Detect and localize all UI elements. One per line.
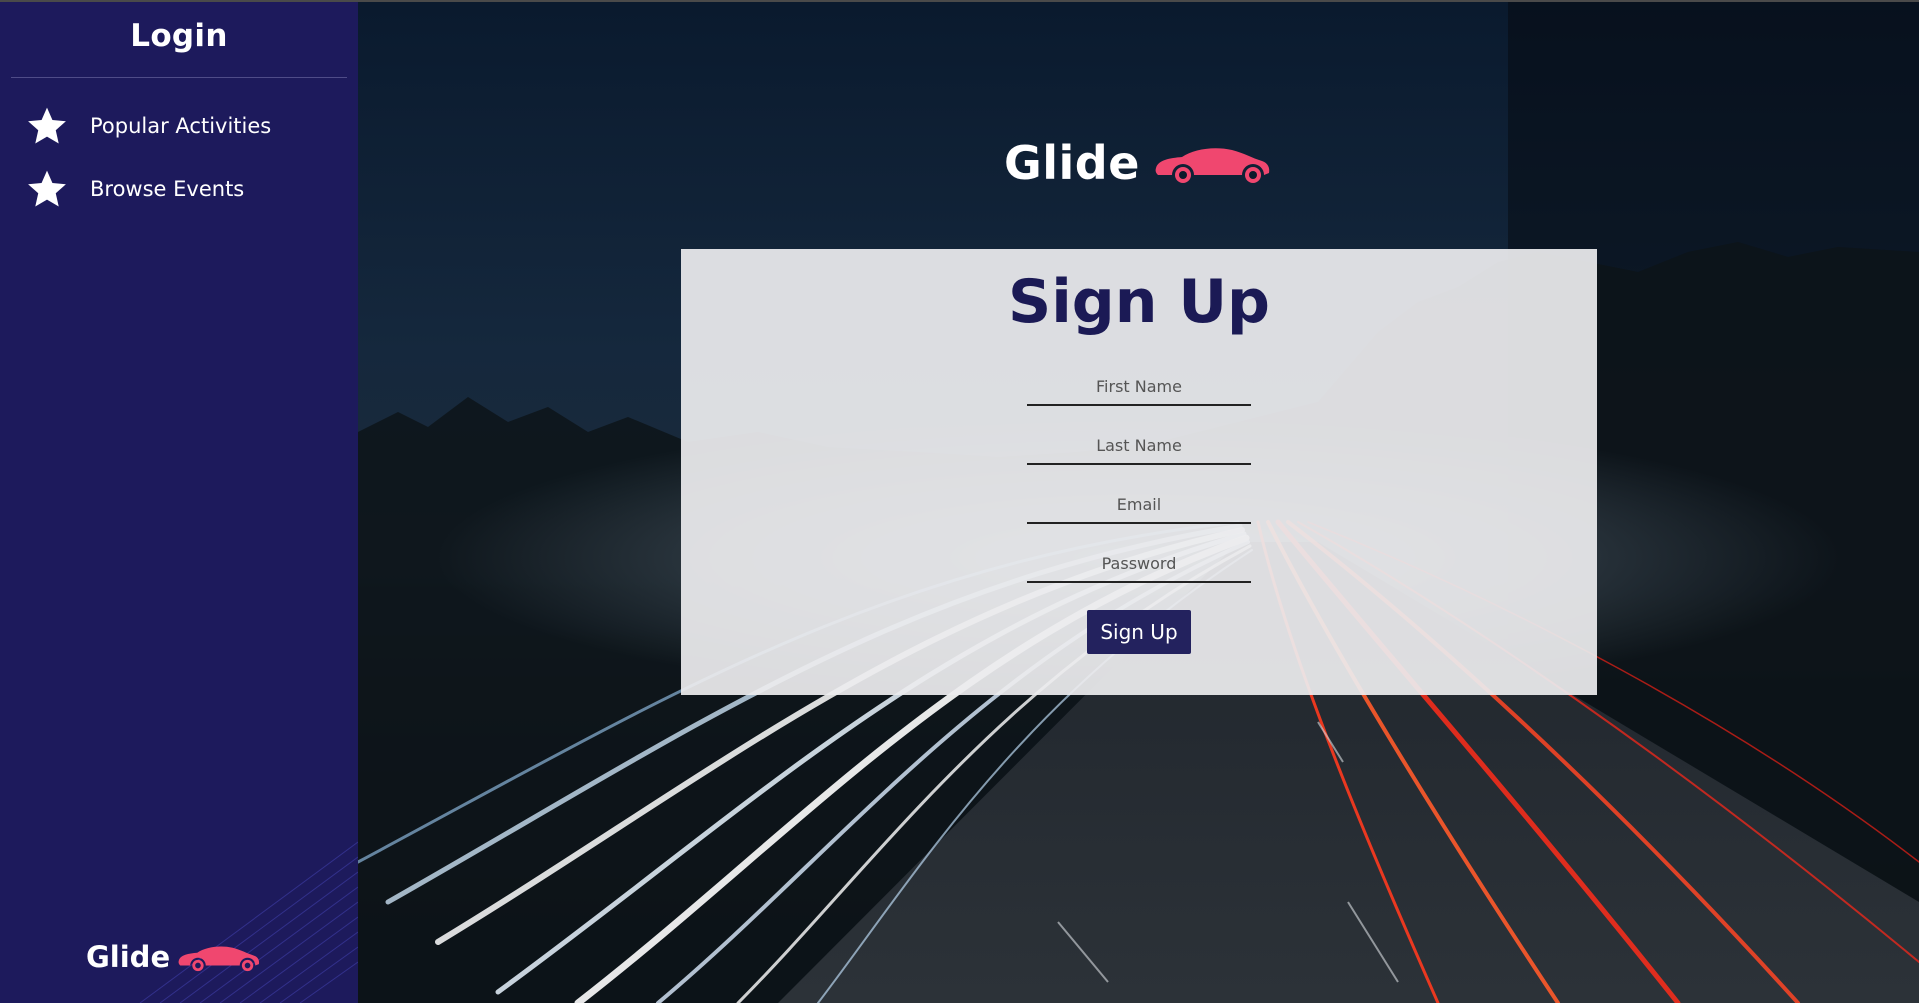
sidebar-item-popular-activities[interactable]: Popular Activities: [0, 98, 358, 154]
email-field[interactable]: [1027, 486, 1251, 524]
sidebar-divider: [11, 77, 347, 78]
brand-logo[interactable]: Glide: [1004, 136, 1274, 190]
car-icon: [1155, 148, 1270, 183]
sidebar-item-label: Browse Events: [90, 177, 245, 201]
brand-logo-text: Glide: [1004, 136, 1140, 190]
star-icon: [28, 170, 66, 207]
sidebar-logo-text: Glide: [86, 940, 171, 974]
signup-button[interactable]: Sign Up: [1087, 610, 1191, 654]
last-name-field[interactable]: [1027, 427, 1251, 465]
main-content: Glide Sign Up Sign Up: [358, 2, 1919, 1003]
sidebar: Login Popular Activities Browse Events G…: [0, 2, 358, 1003]
signup-form: Sign Up Sign Up: [681, 249, 1597, 695]
sidebar-item-label: Popular Activities: [90, 114, 272, 138]
sidebar-logo[interactable]: Glide: [86, 940, 261, 974]
sidebar-login-title[interactable]: Login: [11, 18, 347, 54]
signup-title: Sign Up: [1007, 267, 1270, 337]
sidebar-item-browse-events[interactable]: Browse Events: [0, 161, 358, 217]
first-name-field[interactable]: [1027, 368, 1251, 406]
window-top-border: [0, 0, 1919, 2]
car-icon: [178, 946, 260, 972]
star-icon: [28, 107, 66, 144]
password-field[interactable]: [1027, 545, 1251, 583]
